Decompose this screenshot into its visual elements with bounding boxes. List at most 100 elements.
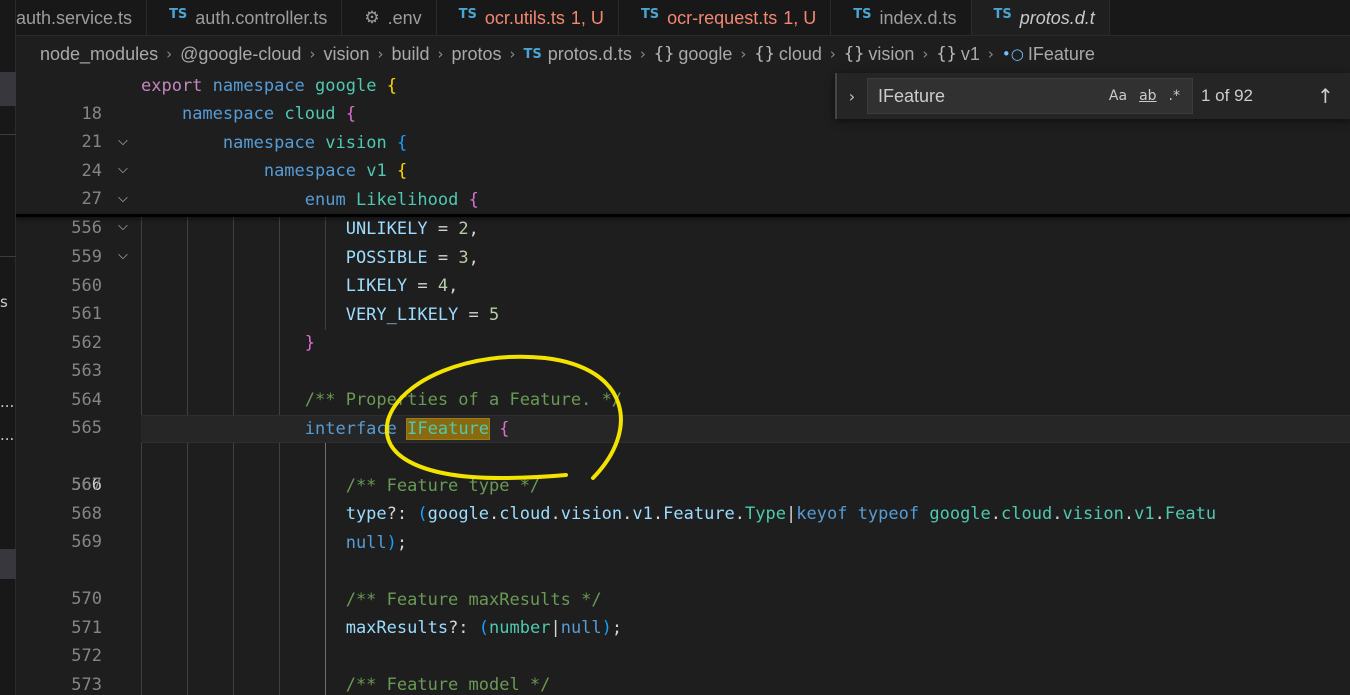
sidebar-divider [0,256,16,257]
breadcrumb-label: google [678,43,733,64]
chevron-right-icon: › [166,45,173,63]
arrow-up-icon[interactable]: ↑ [1317,84,1334,108]
tab-index-d-ts[interactable]: TS index.d.ts [831,0,972,35]
chevron-right-icon: › [509,45,516,63]
code-text: /** Properties of a Feature. */ [304,390,623,410]
breadcrumb-vision[interactable]: vision [323,44,369,65]
tab-protos-d-ts[interactable]: TS protos.d.t [971,0,1110,35]
chevron-right-icon: › [437,45,444,63]
code-line[interactable]: 571 /** Feature maxResults */ [16,586,1350,638]
chevron-right-icon: › [309,45,316,63]
breadcrumb-namespace-v1[interactable]: {} v1 [936,44,980,65]
breadcrumb: node_modules › @google-cloud › vision › … [16,37,1350,71]
typescript-icon: TS [523,46,542,62]
breadcrumb-label: IFeature [1027,43,1095,64]
code-text: VERY_LIKELY = 5 [345,305,500,325]
code-line[interactable]: 556 ⌵ enum Likelihood { [16,186,1350,263]
sidebar-truncated-label[interactable]: ... [0,394,14,410]
breadcrumb-namespace-vision[interactable]: {} vision [844,44,915,65]
breadcrumb-symbol-ifeature[interactable]: •○ IFeature [1002,44,1095,65]
code-line[interactable]: 27 ⌵ namespace v1 { [16,157,1350,234]
chevron-right-icon: › [922,45,929,63]
regex-icon[interactable]: .* [1169,88,1180,104]
tab-label: protos.d.t [1019,7,1095,28]
match-case-icon[interactable]: Aa [1109,88,1127,104]
typescript-icon: TS [169,6,188,22]
sidebar-truncated-label[interactable]: ... [0,427,14,443]
gear-icon: ⚙ [364,8,380,28]
code-line-current[interactable]: 566 interface IFeature { [16,415,1350,495]
interface-icon: •○ [1001,45,1024,63]
breadcrumb-google-cloud[interactable]: @google-cloud [180,44,301,65]
code-text: LIKELY = 4, [345,276,459,296]
tab-label: auth.controller.ts [195,7,328,28]
tab-auth-controller[interactable]: TS auth.controller.ts [147,0,343,35]
code-line[interactable]: 561 LIKELY = 4, [16,272,1350,324]
breadcrumb-namespace-google[interactable]: {} google [654,44,733,65]
breadcrumb-protos[interactable]: protos [452,44,502,65]
chevron-right-icon[interactable]: › [837,87,867,106]
code-line[interactable]: 24 ⌵ namespace vision { [16,129,1350,206]
namespace-icon: {} [936,44,957,64]
code-line[interactable]: 559 UNLIKELY = 2, [16,215,1350,267]
code-line[interactable]: 569 type?: (google.cloud.vision.v1.Featu… [16,500,1350,552]
tab-label: auth.service.ts [16,7,133,28]
typescript-icon: TS [458,6,477,22]
code-text: /** Feature type */ [345,476,541,496]
typescript-icon: TS [640,6,660,22]
tab-status: 1, U [570,7,604,28]
find-widget: › IFeature Aa ab .* 1 of 92 ↑ [835,73,1350,119]
breadcrumb-label: v1 [960,43,980,64]
tab-status: 1, U [783,7,817,28]
sidebar-divider [0,134,16,135]
chevron-right-icon: › [639,45,646,63]
code-line[interactable]: 573 [16,643,1350,695]
code-line[interactable]: 567 [16,443,1350,495]
tab-label: .env [387,7,422,28]
sidebar-truncated-label[interactable]: s [0,294,8,310]
find-input-value: IFeature [878,85,946,106]
sidebar-selected-row[interactable] [0,72,16,106]
breadcrumb-file[interactable]: TS protos.d.ts [524,44,632,65]
sidebar-selected-row[interactable] [0,549,16,579]
code-text: namespace v1 { [263,161,408,181]
chevron-right-icon: › [377,45,384,63]
code-text: maxResults?: (number|null); [345,618,623,638]
tab-env[interactable]: ⚙ .env [342,0,437,35]
find-match-highlight: IFeature [406,418,491,440]
breadcrumb-namespace-cloud[interactable]: {} cloud [754,44,822,65]
code-line[interactable]: 564 [16,358,1350,410]
find-input[interactable]: IFeature Aa ab .* [867,78,1193,114]
code-text: /** Feature model */ [345,675,551,695]
tab-ocr-utils[interactable]: TS ocr.utils.ts 1, U [437,0,619,35]
code-text: POSSIBLE = 3, [345,248,479,268]
chevron-right-icon: › [829,45,836,63]
code-text: interface IFeature { [304,418,510,440]
code-text: UNLIKELY = 2, [345,219,479,239]
tab-auth-service[interactable]: auth.service.ts [16,0,148,35]
sidebar-edge: s ... ... [0,0,16,695]
breadcrumb-build[interactable]: build [391,44,429,65]
code-line-wrapped[interactable]: null); [16,529,1350,557]
breadcrumb-label: vision [868,43,915,64]
code-line[interactable]: 572 maxResults?: (number|null); [16,614,1350,666]
code-line[interactable]: 563 } [16,329,1350,381]
typescript-icon: TS [853,6,872,22]
breadcrumb-file-label: protos.d.ts [547,43,632,64]
code-text: } [304,333,316,353]
tab-label: ocr-request.ts [667,7,778,28]
breadcrumb-node-modules[interactable]: node_modules [40,44,158,65]
tab-label: index.d.ts [879,7,957,28]
code-line[interactable]: 562 VERY_LIKELY = 5 [16,301,1350,353]
tab-ocr-request[interactable]: TS ocr-request.ts 1, U [619,0,832,35]
whole-word-icon[interactable]: ab [1139,88,1156,104]
code-line[interactable]: 565 /** Properties of a Feature. */ [16,386,1350,438]
code-line[interactable]: 574 /** Feature model */ [16,671,1350,695]
code-editor[interactable]: 18 ⌵ export namespace google { 21 ⌵ name… [16,72,1350,695]
editor-tab-bar: auth.service.ts TS auth.controller.ts ⚙ … [16,0,1350,36]
code-text: namespace vision { [222,133,408,153]
code-line[interactable]: 568 /** Feature type */ [16,472,1350,524]
code-line[interactable]: 570 [16,557,1350,609]
code-line[interactable]: 560 POSSIBLE = 3, [16,244,1350,296]
code-text: namespace cloud { [181,104,357,124]
